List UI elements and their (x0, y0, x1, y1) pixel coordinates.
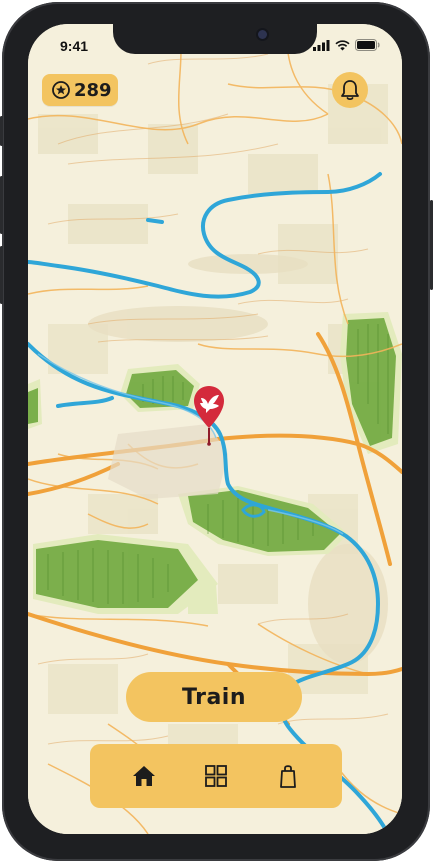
mute-switch (0, 116, 3, 146)
nav-shop[interactable] (272, 760, 304, 792)
signal-icon (313, 39, 330, 51)
notch (113, 24, 317, 54)
status-icons (313, 39, 380, 51)
front-camera (258, 30, 267, 39)
score-value: 289 (74, 79, 112, 101)
bell-icon (341, 80, 359, 101)
score-badge[interactable]: 289 (42, 74, 118, 106)
battery-icon (355, 39, 380, 51)
nav-home[interactable] (128, 760, 160, 792)
screen: 9:41 289 Train (28, 24, 402, 834)
shopping-bag-icon (280, 765, 296, 788)
home-icon (133, 766, 155, 786)
volume-down-button (0, 246, 3, 304)
star-coin-icon (52, 81, 70, 99)
train-button[interactable]: Train (126, 672, 302, 722)
notifications-button[interactable] (332, 72, 368, 108)
grid-icon (205, 765, 227, 787)
wifi-icon (335, 39, 350, 50)
bottom-nav (90, 744, 342, 808)
volume-up-button (0, 176, 3, 234)
nav-grid[interactable] (200, 760, 232, 792)
status-time: 9:41 (60, 38, 89, 54)
location-marker[interactable] (192, 384, 226, 446)
